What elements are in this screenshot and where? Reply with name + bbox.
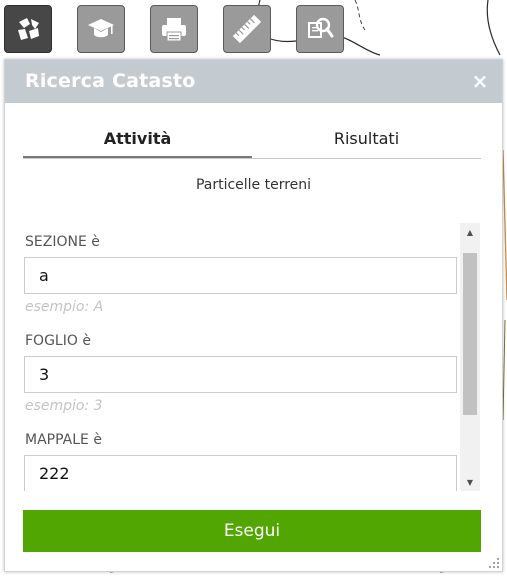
printer-icon xyxy=(162,18,186,42)
document-search-icon xyxy=(308,17,334,38)
catasto-search-panel: Ricerca Catasto × Attività Risultati Par… xyxy=(4,59,503,572)
sezione-input[interactable] xyxy=(24,257,457,294)
print-tool-button[interactable] xyxy=(150,5,198,53)
map-toolbar xyxy=(4,5,344,53)
measure-tool-button[interactable] xyxy=(223,5,271,53)
scroll-down-arrow-icon[interactable]: ▼ xyxy=(460,473,480,491)
panel-header: Ricerca Catasto × xyxy=(5,60,502,103)
tab-attivita[interactable]: Attività xyxy=(23,126,252,158)
esegui-button[interactable]: Esegui xyxy=(23,510,481,552)
close-button[interactable]: × xyxy=(470,69,490,93)
foglio-label: FOGLIO è xyxy=(25,333,91,349)
mappale-label: MAPPALE è xyxy=(25,432,102,448)
catasto-search-tool-button[interactable] xyxy=(4,5,52,53)
panel-title: Ricerca Catasto xyxy=(25,70,196,92)
education-tool-button[interactable] xyxy=(77,5,125,53)
panel-tabs: Attività Risultati xyxy=(23,126,481,159)
scroll-up-arrow-icon[interactable]: ▲ xyxy=(460,223,480,241)
sezione-label: SEZIONE è xyxy=(25,234,100,250)
sezione-hint: esempio: A xyxy=(25,299,104,315)
foglio-input[interactable] xyxy=(24,356,457,393)
resize-grip-icon[interactable] xyxy=(488,557,500,569)
document-search-tool-button[interactable] xyxy=(296,5,344,53)
foglio-hint: esempio: 3 xyxy=(25,398,103,414)
ruler-icon xyxy=(232,14,262,44)
scrollbar-thumb[interactable] xyxy=(463,253,477,415)
form-scrollbar[interactable]: ▲ ▼ xyxy=(460,223,480,491)
search-form: SEZIONE è esempio: A FOGLIO è esempio: 3… xyxy=(23,223,459,491)
mappale-input[interactable] xyxy=(24,455,457,491)
graduation-cap-icon xyxy=(88,19,114,38)
search-type-subtitle: Particelle terreni xyxy=(195,177,312,193)
tab-risultati[interactable]: Risultati xyxy=(252,126,481,158)
catasto-parcels-icon xyxy=(18,18,39,40)
